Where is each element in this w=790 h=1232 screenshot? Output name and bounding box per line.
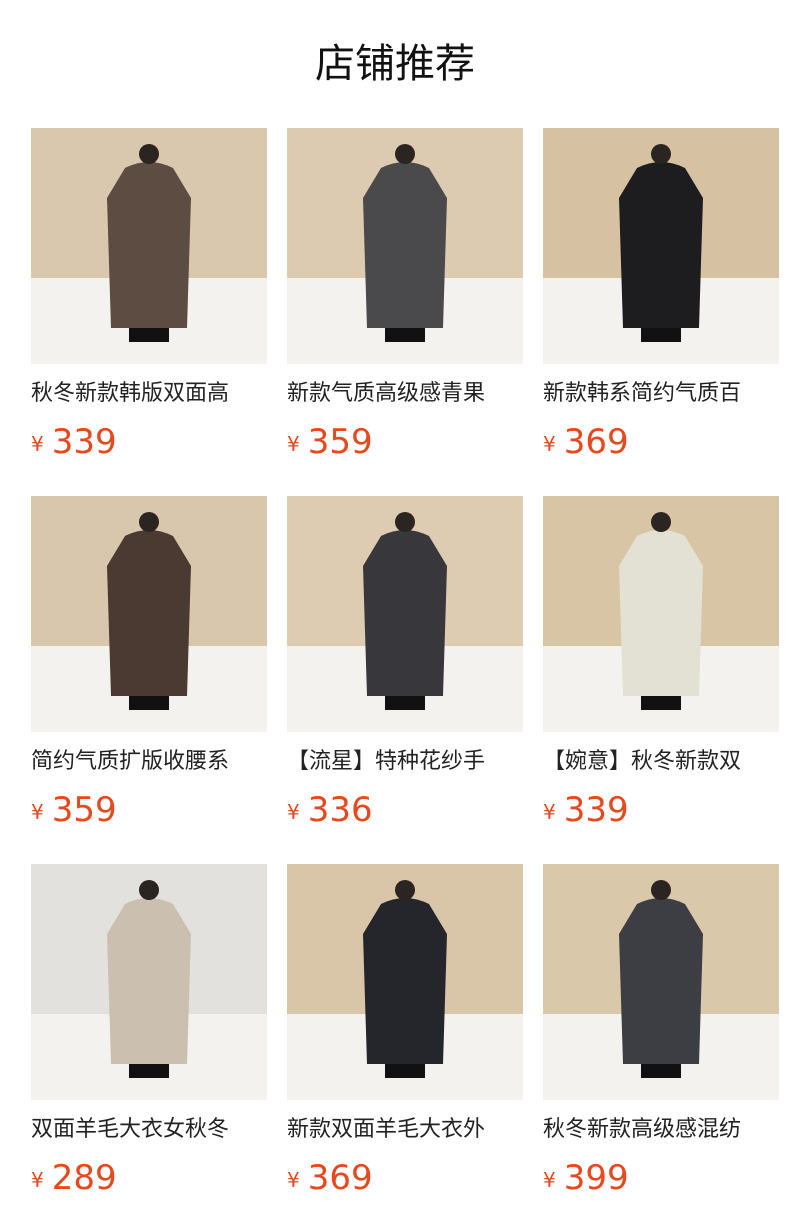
product-photo [31,864,267,1100]
product-image[interactable] [287,864,523,1100]
product-name[interactable]: 秋冬新款高级感混纺 [543,1114,779,1146]
product-price: ¥359 [31,788,267,838]
product-name[interactable]: 【婉意】秋冬新款双 [543,746,779,778]
product-card[interactable]: 秋冬新款高级感混纺 ¥399 [543,864,779,1198]
product-photo [287,128,523,364]
price-amount: 339 [563,790,629,830]
product-image[interactable] [31,128,267,364]
product-grid: 秋冬新款韩版双面高 ¥339 新款气质高级感青果 ¥359 新款韩系简约气质百 … [31,128,779,1198]
product-price: ¥369 [543,420,779,470]
product-photo [31,496,267,732]
product-price: ¥336 [287,788,523,838]
product-photo [543,128,779,364]
currency-symbol: ¥ [31,800,44,824]
product-price: ¥339 [543,788,779,838]
price-amount: 399 [563,1158,629,1198]
page-title: 店铺推荐 [315,41,475,87]
product-photo [543,496,779,732]
product-image[interactable] [31,864,267,1100]
price-amount: 359 [51,790,117,830]
currency-symbol: ¥ [543,432,556,456]
product-name[interactable]: 简约气质扩版收腰系 [31,746,267,778]
price-amount: 359 [307,422,373,462]
product-name[interactable]: 新款双面羊毛大衣外 [287,1114,523,1146]
product-card[interactable]: 简约气质扩版收腰系 ¥359 [31,496,267,830]
product-card[interactable]: 新款气质高级感青果 ¥359 [287,128,523,462]
product-card[interactable]: 【婉意】秋冬新款双 ¥339 [543,496,779,830]
price-amount: 289 [51,1158,117,1198]
price-amount: 369 [563,422,629,462]
product-price: ¥399 [543,1156,779,1206]
product-card[interactable]: 双面羊毛大衣女秋冬 ¥289 [31,864,267,1198]
product-price: ¥339 [31,420,267,470]
product-price: ¥289 [31,1156,267,1206]
price-amount: 369 [307,1158,373,1198]
price-amount: 336 [307,790,373,830]
product-image[interactable] [543,128,779,364]
product-price: ¥369 [287,1156,523,1206]
product-photo [31,128,267,364]
product-name[interactable]: 秋冬新款韩版双面高 [31,378,267,410]
currency-symbol: ¥ [287,800,300,824]
currency-symbol: ¥ [31,432,44,456]
product-image[interactable] [543,864,779,1100]
product-name[interactable]: 双面羊毛大衣女秋冬 [31,1114,267,1146]
product-name[interactable]: 新款气质高级感青果 [287,378,523,410]
currency-symbol: ¥ [31,1168,44,1192]
product-name[interactable]: 【流星】特种花纱手 [287,746,523,778]
currency-symbol: ¥ [543,800,556,824]
product-image[interactable] [543,496,779,732]
product-price: ¥359 [287,420,523,470]
product-card[interactable]: 新款韩系简约气质百 ¥369 [543,128,779,462]
product-card[interactable]: 新款双面羊毛大衣外 ¥369 [287,864,523,1198]
product-image[interactable] [287,128,523,364]
product-card[interactable]: 【流星】特种花纱手 ¥336 [287,496,523,830]
product-photo [287,864,523,1100]
currency-symbol: ¥ [543,1168,556,1192]
price-amount: 339 [51,422,117,462]
product-photo [287,496,523,732]
product-photo [543,864,779,1100]
product-image[interactable] [31,496,267,732]
product-card[interactable]: 秋冬新款韩版双面高 ¥339 [31,128,267,462]
product-image[interactable] [287,496,523,732]
currency-symbol: ¥ [287,1168,300,1192]
currency-symbol: ¥ [287,432,300,456]
product-name[interactable]: 新款韩系简约气质百 [543,378,779,410]
